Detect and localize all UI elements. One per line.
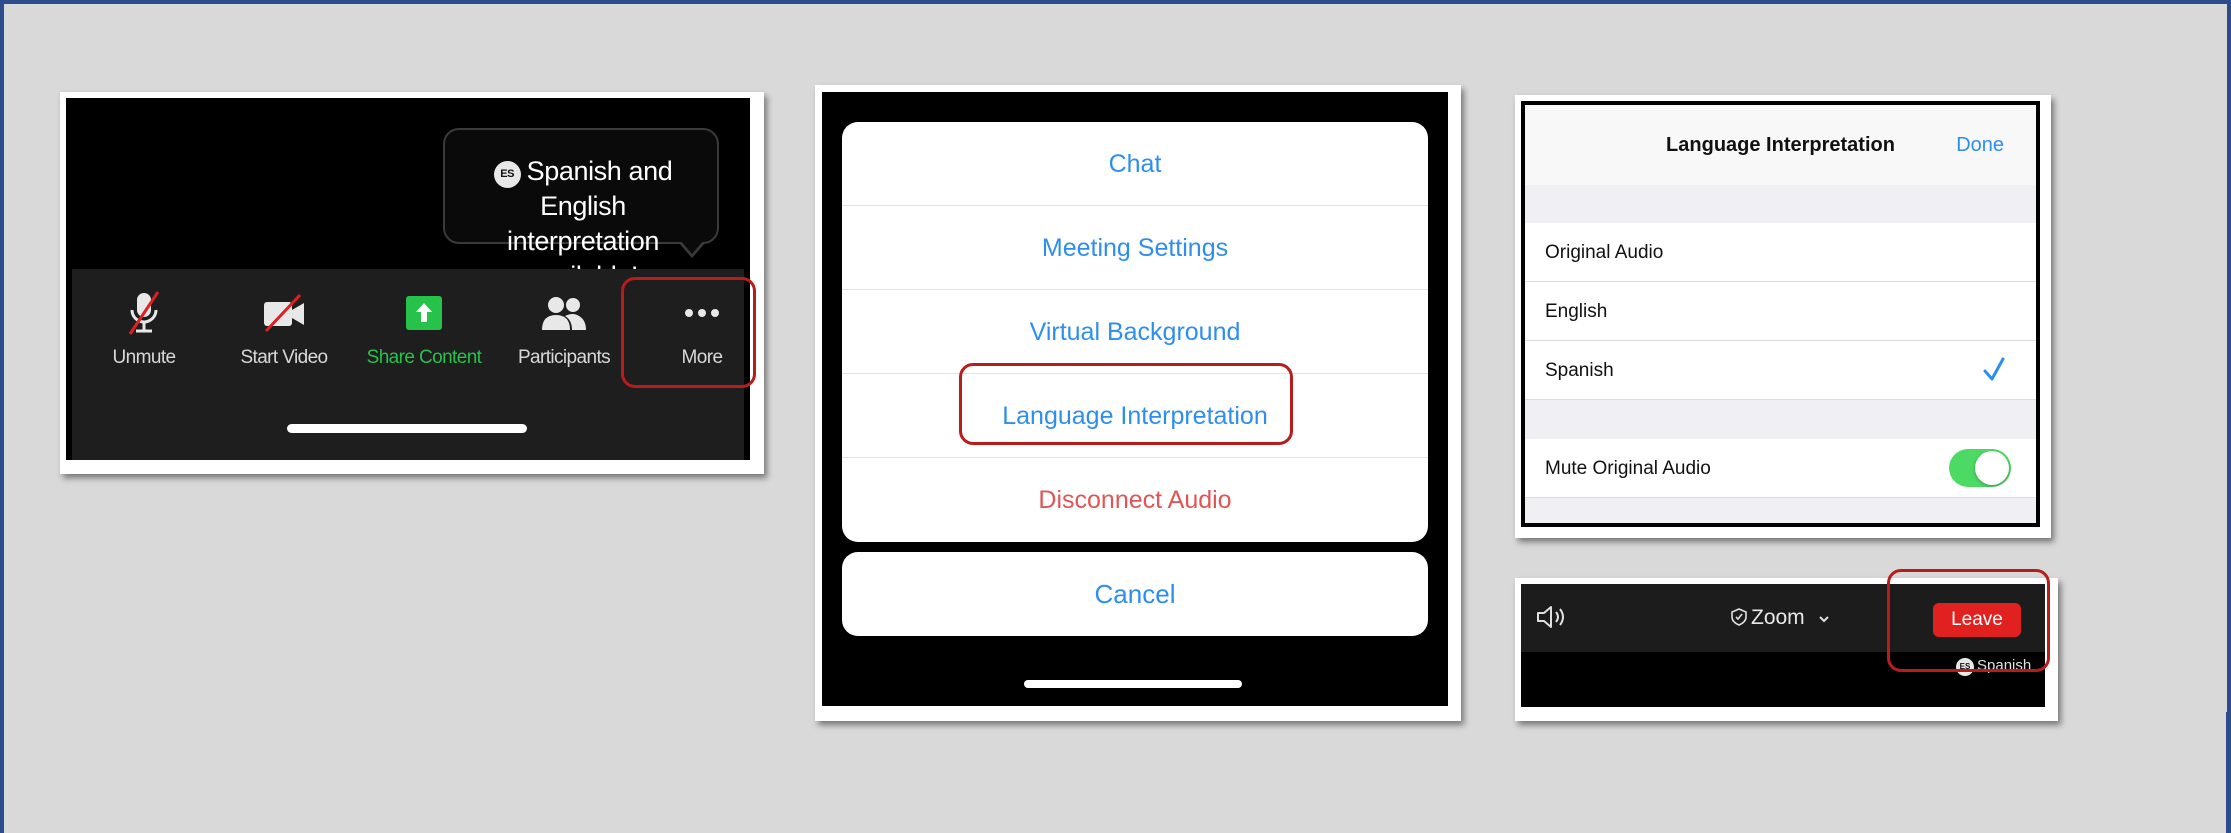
cancel-button[interactable]: Cancel bbox=[842, 552, 1428, 636]
leave-highlight-box bbox=[1887, 569, 2050, 672]
home-indicator bbox=[1024, 680, 1242, 688]
start-video-label: Start Video bbox=[240, 347, 328, 368]
interpretation-settings-screenshot: Language Interpretation Done Original Au… bbox=[1515, 95, 2051, 538]
action-sheet: Chat Meeting Settings Virtual Background… bbox=[842, 122, 1428, 542]
more-highlight-box bbox=[621, 277, 756, 388]
participants-icon bbox=[542, 297, 586, 330]
video-off-icon bbox=[264, 293, 304, 333]
settings-sheet: Language Interpretation Done Original Au… bbox=[1525, 105, 2036, 523]
interpretation-tooltip: ESSpanish and English interpretation ava… bbox=[443, 128, 719, 291]
menu-item-disconnect-audio[interactable]: Disconnect Audio bbox=[842, 458, 1428, 542]
tooltip-line-1: Spanish and English bbox=[526, 156, 673, 221]
frame-edge-accent bbox=[2226, 712, 2231, 833]
mute-original-audio-label: Mute Original Audio bbox=[1545, 458, 1711, 479]
option-label: Original Audio bbox=[1545, 242, 1664, 263]
checkmark-icon bbox=[1983, 357, 2005, 381]
shield-icon bbox=[1731, 608, 1747, 626]
done-button[interactable]: Done bbox=[1956, 105, 2004, 185]
share-screen-icon bbox=[406, 296, 442, 330]
unmute-button[interactable]: Unmute bbox=[74, 269, 214, 394]
toolbar-screenshot: ESSpanish and English interpretation ava… bbox=[60, 92, 764, 474]
meeting-app-label: Zoom bbox=[1751, 606, 1805, 629]
microphone-muted-icon bbox=[128, 291, 160, 335]
option-spanish[interactable]: Spanish bbox=[1525, 341, 2036, 400]
settings-screen: Language Interpretation Done Original Au… bbox=[1521, 101, 2040, 527]
more-menu-screenshot: Chat Meeting Settings Virtual Background… bbox=[815, 85, 1461, 721]
meeting-info-dropdown[interactable]: Zoom bbox=[1731, 584, 1831, 652]
chevron-down-icon bbox=[1818, 616, 1829, 623]
unmute-label: Unmute bbox=[112, 347, 177, 368]
option-english[interactable]: English bbox=[1525, 282, 2036, 341]
settings-header: Language Interpretation Done bbox=[1525, 105, 2036, 185]
mute-original-audio-row: Mute Original Audio bbox=[1525, 439, 2036, 498]
participants-label: Participants bbox=[517, 347, 611, 368]
language-badge-es: ES bbox=[493, 161, 521, 188]
menu-item-meeting-settings[interactable]: Meeting Settings bbox=[842, 206, 1428, 290]
meeting-header-screenshot: Zoom Leave ES Spanish bbox=[1515, 569, 2058, 721]
language-interpretation-highlight-box bbox=[959, 363, 1293, 445]
option-label: Spanish bbox=[1545, 360, 1614, 381]
speaker-icon[interactable] bbox=[1535, 604, 1567, 630]
option-label: English bbox=[1545, 301, 1608, 322]
option-original-audio[interactable]: Original Audio bbox=[1525, 223, 2036, 282]
toggle-knob bbox=[1975, 451, 2009, 485]
mute-original-audio-toggle[interactable] bbox=[1949, 449, 2011, 487]
share-content-button[interactable]: Share Content bbox=[354, 269, 494, 394]
start-video-button[interactable]: Start Video bbox=[214, 269, 354, 394]
home-indicator bbox=[287, 424, 527, 433]
menu-item-virtual-background[interactable]: Virtual Background bbox=[842, 290, 1428, 374]
share-content-label: Share Content bbox=[366, 347, 482, 368]
tooltip-tail bbox=[678, 240, 706, 258]
participants-button[interactable]: Participants bbox=[494, 269, 634, 394]
menu-item-chat[interactable]: Chat bbox=[842, 122, 1428, 206]
